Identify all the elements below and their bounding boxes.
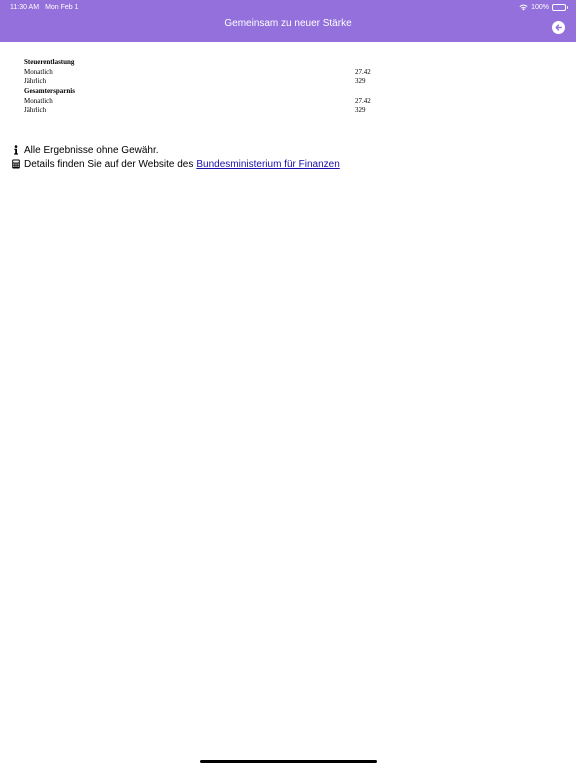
ministry-link[interactable]: Bundesministerium für Finanzen	[196, 159, 339, 170]
details-line: Details finden Sie auf der Website des B…	[10, 158, 340, 170]
details-text: Details finden Sie auf der Website des	[24, 158, 194, 170]
result-row: Monatlich 27.42	[24, 97, 384, 107]
status-indicators: 100%	[519, 3, 568, 11]
app-header: 11:30 AM Mon Feb 1 100% Gemeinsam zu neu…	[0, 0, 576, 42]
result-label: Monatlich	[24, 96, 53, 105]
disclaimer-line: Alle Ergebnisse ohne Gewähr.	[10, 144, 159, 156]
status-date: Mon Feb 1	[45, 3, 79, 11]
arrow-left-circle-icon	[555, 24, 562, 31]
home-indicator[interactable]	[200, 760, 377, 763]
section-heading: Steuerentlastung	[24, 58, 75, 66]
disclaimer-text: Alle Ergebnisse ohne Gewähr.	[24, 144, 159, 156]
wifi-icon	[519, 4, 528, 11]
status-bar: 11:30 AM Mon Feb 1 100%	[0, 0, 576, 14]
section-heading: Gesamtersparnis	[24, 87, 75, 96]
results-table: Steuerentlastung Monatlich 27.42 Jährlic…	[24, 58, 384, 116]
back-button[interactable]	[552, 21, 565, 34]
result-row: Monatlich 27.42	[24, 68, 384, 78]
result-row: Jährlich 329	[24, 106, 384, 116]
result-value: 329	[355, 106, 366, 115]
status-time: 11:30 AM	[10, 3, 40, 11]
result-value: 27.42	[355, 96, 371, 105]
result-label: Jährlich	[24, 106, 47, 115]
calculator-icon	[10, 158, 22, 170]
result-label: Jährlich	[24, 77, 47, 86]
result-label: Monatlich	[24, 67, 53, 76]
result-value: 329	[355, 77, 366, 86]
page-title: Gemeinsam zu neuer Stärke	[224, 18, 352, 29]
battery-percent: 100%	[531, 3, 549, 11]
result-row: Jährlich 329	[24, 77, 384, 87]
info-icon	[10, 144, 22, 156]
battery-icon	[552, 3, 568, 11]
result-value: 27.42	[355, 67, 371, 76]
